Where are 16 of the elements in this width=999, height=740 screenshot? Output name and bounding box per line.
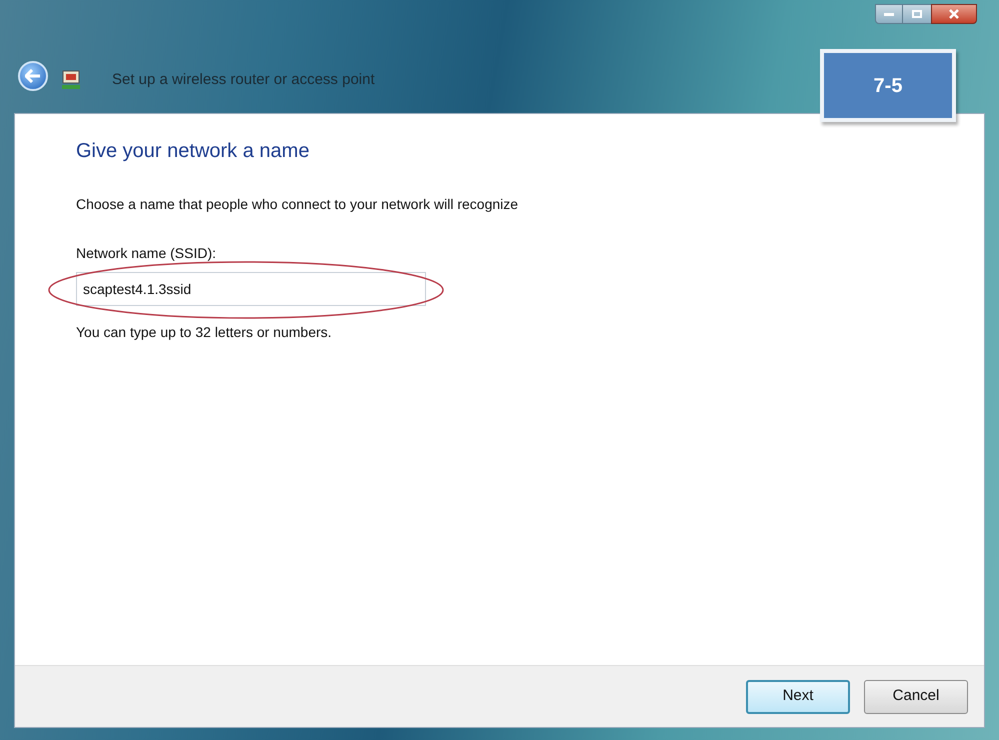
cancel-button[interactable]: Cancel xyxy=(864,680,968,714)
step-badge: 7-5 xyxy=(820,49,956,122)
back-button[interactable] xyxy=(18,61,48,91)
network-icon xyxy=(60,69,82,91)
page-heading: Give your network a name xyxy=(76,139,310,164)
minimize-button[interactable] xyxy=(875,4,903,24)
maximize-button[interactable] xyxy=(903,4,931,24)
field-label: Network name (SSID): xyxy=(76,244,218,263)
instruction-text: Choose a name that people who connect to your network will recognize xyxy=(76,195,520,214)
next-button[interactable]: Next xyxy=(746,680,850,714)
hint-text: You can type up to 32 letters or numbers. xyxy=(76,323,333,342)
close-icon xyxy=(949,9,959,19)
back-arrow-icon xyxy=(25,69,41,83)
ssid-field[interactable]: scaptest4.1.3ssid xyxy=(76,272,426,306)
close-button[interactable] xyxy=(931,4,977,24)
window-title: Set up a wireless router or access point xyxy=(112,70,375,90)
